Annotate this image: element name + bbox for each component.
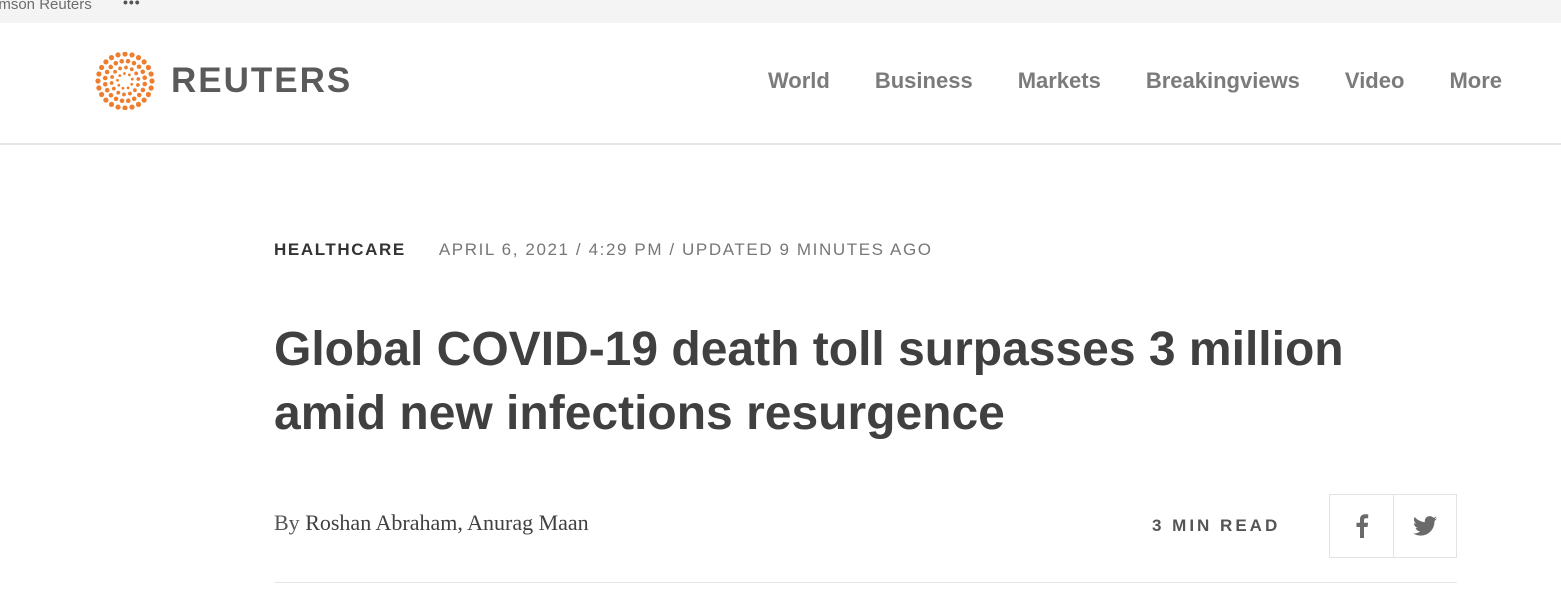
nav-item-breakingviews[interactable]: Breakingviews [1146,68,1300,94]
site-header: REUTERS World Business Markets Breakingv… [0,23,1561,145]
thomson-reuters-strip: omson Reuters ••• [0,0,1561,23]
reuters-wordmark: REUTERS [171,61,353,100]
nav-item-video[interactable]: Video [1345,68,1405,94]
nav-item-markets[interactable]: Markets [1018,68,1101,94]
byline: By Roshan Abraham, Anurag Maan [274,510,589,536]
share-buttons [1329,494,1457,558]
nav-item-more[interactable]: More [1449,68,1502,94]
nav-item-business[interactable]: Business [875,68,973,94]
reuters-logo[interactable]: REUTERS [93,52,352,110]
byline-prefix: By [274,510,300,535]
reuters-dot-logo-icon [95,52,155,110]
facebook-icon [1356,514,1368,538]
more-options-icon[interactable]: ••• [123,0,141,10]
nav-item-world[interactable]: World [768,68,830,94]
thomson-reuters-link[interactable]: omson Reuters [0,0,92,13]
article-meta: HEALTHCARE APRIL 6, 2021 / 4:29 PM / UPD… [274,240,1457,260]
section-link[interactable]: HEALTHCARE [274,240,406,260]
article-headline: Global COVID-19 death toll surpasses 3 m… [274,323,1344,440]
article: HEALTHCARE APRIL 6, 2021 / 4:29 PM / UPD… [274,240,1457,583]
byline-authors[interactable]: Roshan Abraham, Anurag Maan [305,510,589,535]
read-time: 3 MIN READ [1152,516,1281,535]
article-divider [274,582,1457,583]
article-dateline: APRIL 6, 2021 / 4:29 PM / UPDATED 9 MINU… [438,240,933,259]
share-facebook-button[interactable] [1330,495,1393,557]
share-twitter-button[interactable] [1393,495,1456,557]
twitter-icon [1413,516,1437,536]
main-nav: World Business Markets Breakingviews Vid… [723,68,1502,94]
byline-row: By Roshan Abraham, Anurag Maan 3 MIN REA… [274,494,1457,558]
